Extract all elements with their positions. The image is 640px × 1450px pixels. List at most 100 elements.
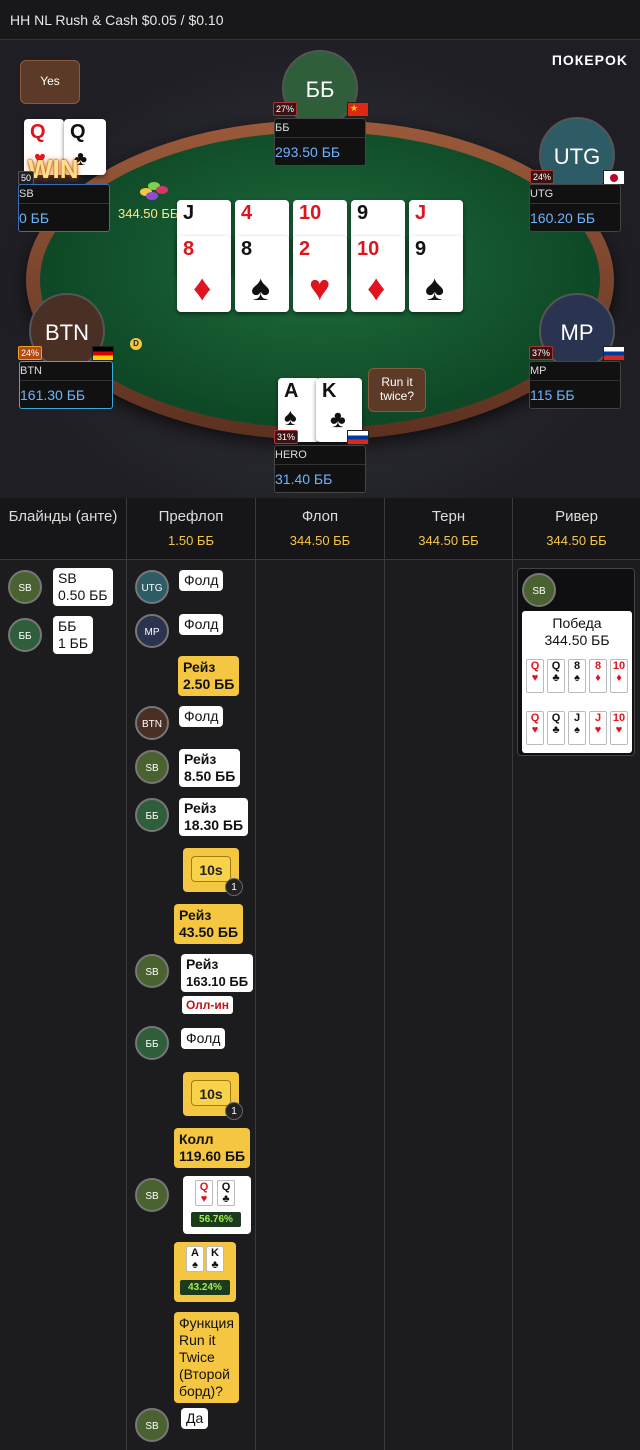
chat-bubble-hero: Run it twice?: [368, 368, 426, 412]
win-badge: WIN: [28, 154, 79, 184]
position-icon-btn: BTN: [135, 706, 169, 740]
equity-badge: 24%: [530, 170, 555, 184]
action-bubble: ББ 1 ББ: [53, 616, 94, 654]
seat-plate-mp: MP 115 ББ: [529, 361, 621, 409]
board-card-bottom: 8 ♠: [235, 236, 289, 312]
river-card: Q ♣: [547, 659, 565, 693]
position-icon-sb: SB: [135, 954, 169, 988]
seat-plate-bb: ББ 293.50 ББ: [274, 118, 366, 166]
column-title: Флоп: [301, 508, 339, 525]
column-title: Блайнды (анте): [8, 508, 118, 525]
column-title: Терн: [431, 508, 466, 525]
seat-stack: 115 ББ: [530, 387, 575, 403]
seat-name: HERO: [275, 446, 365, 465]
position-icon-bb: ББ: [135, 1026, 169, 1060]
river-card: 10 ♦: [610, 659, 628, 693]
column-pot: 344.50 ББ: [289, 533, 351, 548]
position-icon-utg: UTG: [135, 570, 169, 604]
hero-action-bubble: Рейз 2.50 ББ: [178, 656, 240, 696]
win-text: Победа 344.50 ББ: [544, 615, 610, 648]
seat-plate-sb: SB 0 ББ: [18, 184, 110, 232]
equity-badge: 31%: [274, 430, 299, 444]
river-card: 8 ♦: [589, 659, 607, 693]
column-title: Префлоп: [158, 508, 224, 525]
position-icon-sb: SB: [522, 573, 556, 607]
column-pot: 344.50 ББ: [546, 533, 607, 548]
equity-badge: 27%: [273, 102, 298, 116]
seat-name: BTN: [20, 362, 112, 381]
seat-plate-hero: HERO 31.40 ББ: [274, 445, 366, 493]
hero-action-bubble: Колл 119.60 ББ: [174, 1128, 251, 1168]
action-bubble: Фолд: [179, 614, 224, 635]
position-icon-mp: MP: [135, 614, 169, 648]
flag-china-icon: ★: [347, 102, 369, 117]
chip-stack-icon: [138, 176, 178, 202]
seat-name: UTG: [530, 185, 620, 204]
board-card-bottom: 9 ♠: [409, 236, 463, 312]
board-card-bottom: 10 ♦: [351, 236, 405, 312]
window-title: HH NL Rush & Cash $0.05 / $0.10: [0, 0, 640, 40]
hero-question-bubble: Функция Run it Twice (Второй борд)?: [174, 1312, 239, 1403]
poker-table: ПОКЕРOK ББ 27% ★ ББ 293.50 ББ UTG 24% UT…: [0, 40, 640, 498]
equity-badge: 37%: [529, 346, 554, 360]
position-icon-bb: ББ: [135, 798, 169, 832]
position-icon-bb: ББ: [8, 618, 42, 652]
seat-stack: 161.30 ББ: [20, 387, 86, 403]
equity-badge: 24%: [18, 346, 43, 360]
seat-name: ББ: [275, 119, 365, 138]
river-card: J ♠: [568, 711, 586, 745]
river-card: Q ♥: [526, 711, 544, 745]
river-card: Q ♣: [547, 711, 565, 745]
action-bubble: Фолд: [179, 570, 224, 591]
hero-action-bubble: Рейз 43.50 ББ: [174, 904, 244, 944]
pokerok-logo: ПОКЕРOK: [551, 52, 628, 68]
seat-name: SB: [19, 185, 109, 204]
all-in-tag: Олл-ин: [182, 996, 234, 1014]
action-bubble: Рейз 18.30 ББ: [179, 798, 249, 836]
river-card: 10 ♥: [610, 711, 628, 745]
position-icon-sb: SB: [8, 570, 42, 604]
position-icon-sb: SB: [135, 1178, 169, 1212]
column-pot: 1.50 ББ: [168, 533, 214, 548]
seat-stack: 0 ББ: [19, 210, 50, 226]
action-bubble: Фолд: [179, 706, 224, 727]
time-bank-10s: 10s 1: [183, 848, 243, 896]
column-preflop: Префлоп 1.50 ББ UTG Фолд MP Фолд Рейз 2.50…: [127, 498, 256, 1450]
column-blinds: Блайнды (анте) SB SB 0.50 ББ ББ ББ 1 ББ: [0, 498, 127, 1450]
seat-stack: 293.50 ББ: [275, 144, 341, 160]
dealer-button: D: [130, 338, 142, 350]
action-bubble: Рейз 163.10 ББ: [181, 954, 254, 992]
column-turn: Терн 344.50 ББ: [385, 498, 513, 1450]
showdown-bubble: Q ♥ Q ♣ 56.76%: [183, 1176, 251, 1234]
flag-germany-icon: [92, 346, 114, 361]
action-bubble: Да: [181, 1408, 209, 1429]
action-bubble: Фолд: [181, 1028, 226, 1049]
river-card: Q ♥: [526, 659, 544, 693]
seat-plate-utg: UTG 160.20 ББ: [529, 184, 621, 232]
pot-amount: 344.50 ББ: [118, 206, 179, 221]
river-card: J ♥: [589, 711, 607, 745]
flag-russia-icon: [347, 430, 369, 445]
seat-name: MP: [530, 362, 620, 381]
winner-card: Победа 344.50 ББ Q ♥ Q ♣ 8 ♠ 8 ♦ 10 ♦ Q ♥ Q ♣ J ♠ J ♥ 10 ♥: [522, 611, 632, 753]
seat-stack: 160.20 ББ: [530, 210, 596, 226]
position-icon-sb: SB: [135, 1408, 169, 1442]
equity-badge: 50: [18, 171, 35, 185]
action-bubble: Рейз 8.50 ББ: [179, 749, 241, 787]
board-card-bottom: 8 ♦: [177, 236, 231, 312]
equity-value: 56.76%: [191, 1212, 241, 1227]
hand-history: Блайнды (анте) SB SB 0.50 ББ ББ ББ 1 ББ Пр…: [0, 498, 640, 1450]
chat-bubble-sb: Yes: [20, 60, 80, 104]
action-bubble: SB 0.50 ББ: [53, 568, 113, 606]
time-bank-10s: 10s 1: [183, 1072, 243, 1120]
board-card-bottom: 2 ♥: [293, 236, 347, 312]
seat-plate-btn: BTN 161.30 ББ: [19, 361, 113, 409]
column-title: Ривер: [555, 508, 598, 525]
column-pot: 344.50 ББ: [418, 533, 479, 548]
river-card: 8 ♠: [568, 659, 586, 693]
position-icon-sb: SB: [135, 750, 169, 784]
column-river: Ривер 344.50 ББ SB Победа 344.50 ББ Q ♥ Q ♣ 8 ♠…: [513, 498, 640, 1450]
equity-value: 43.24%: [180, 1280, 230, 1295]
flag-japan-icon: [603, 170, 625, 185]
hero-showdown-bubble: A ♠ K ♣ 43.24%: [174, 1242, 236, 1302]
